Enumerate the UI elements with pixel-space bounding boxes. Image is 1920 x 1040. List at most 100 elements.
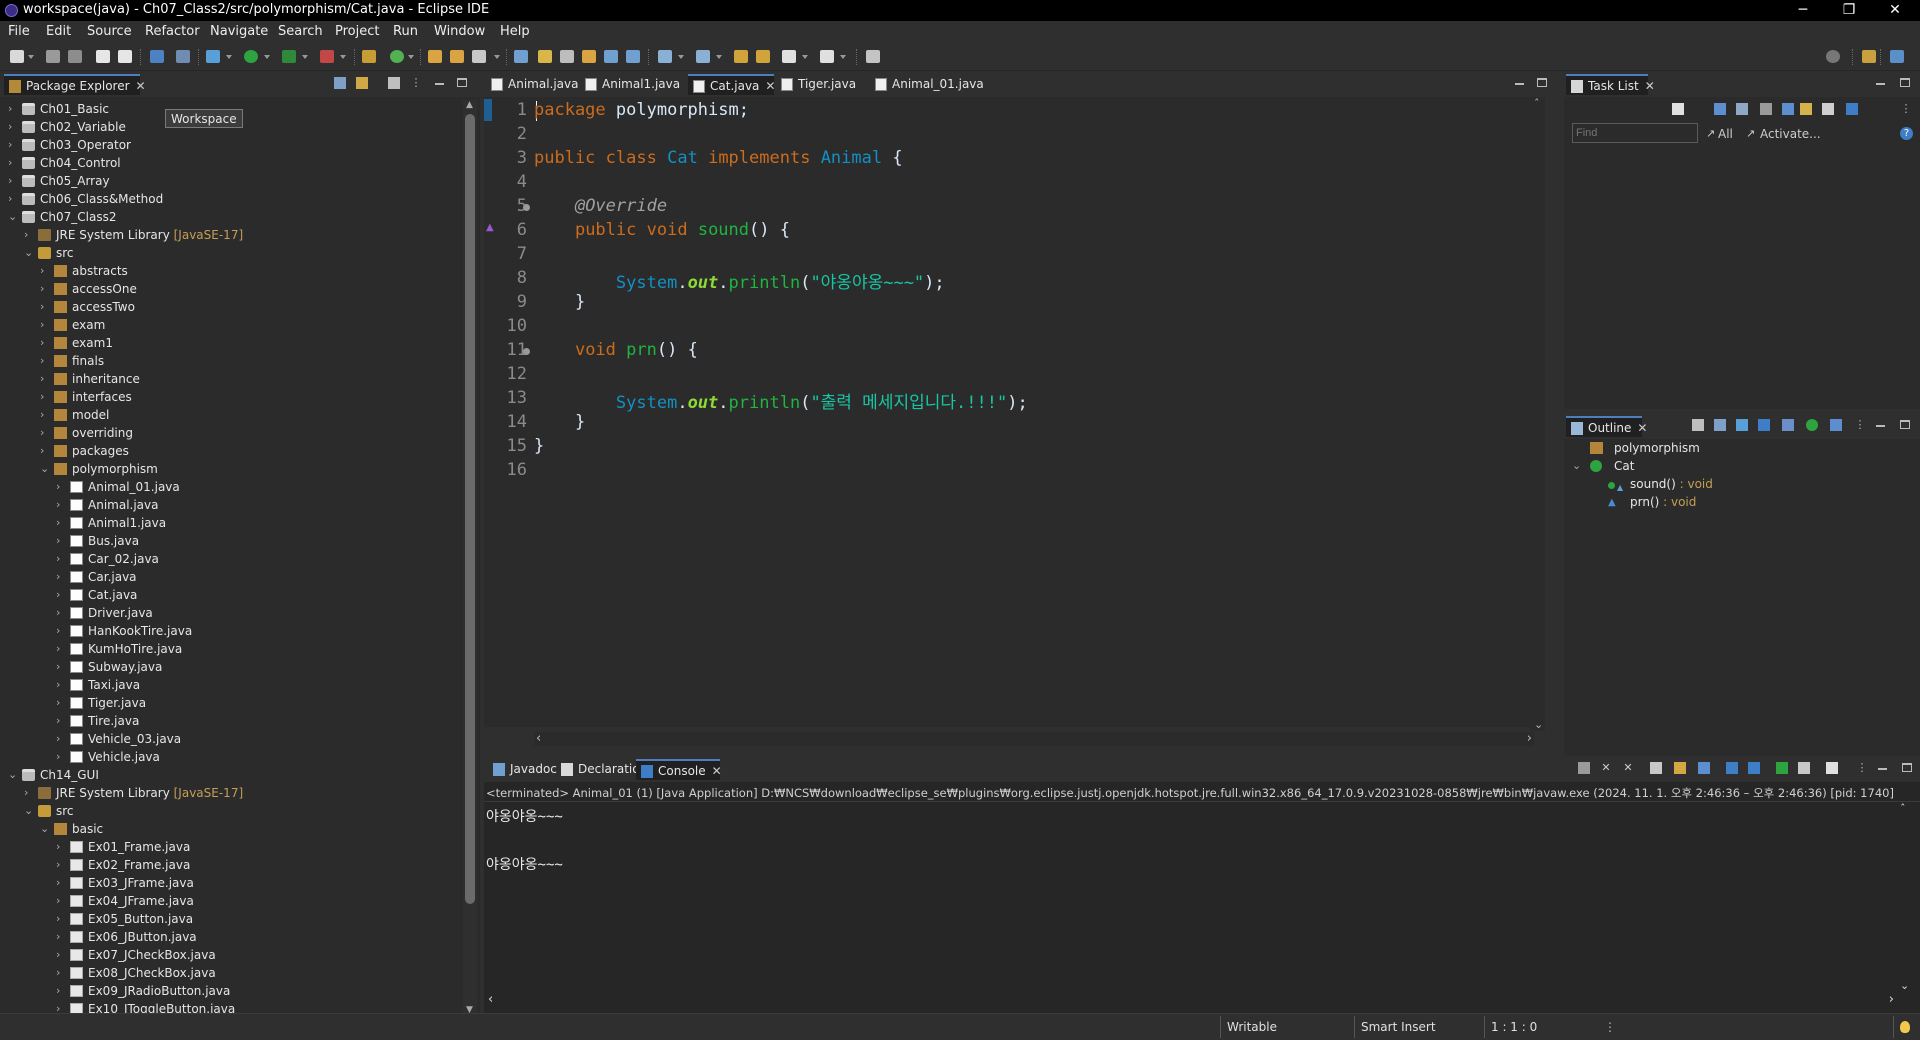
chevron-down-icon[interactable]: ⌄ bbox=[24, 246, 34, 259]
chevron-right-icon[interactable]: › bbox=[40, 264, 50, 277]
minimize-icon[interactable] bbox=[1876, 425, 1885, 427]
package-explorer-scrollbar[interactable]: ▲ ▼ bbox=[463, 100, 477, 1015]
maximize-icon[interactable] bbox=[1902, 763, 1912, 772]
outline-item[interactable]: ⌄ Cat bbox=[1564, 458, 1920, 476]
chevron-down-icon[interactable]: ⌄ bbox=[40, 462, 50, 475]
scroll-down-icon[interactable]: ⌄ bbox=[1900, 979, 1909, 992]
tree-item[interactable]: › Tire.java bbox=[0, 713, 462, 731]
search-dropdown-icon[interactable] bbox=[494, 55, 500, 59]
menu-run[interactable]: Run bbox=[393, 24, 418, 39]
run-dropdown-icon[interactable] bbox=[264, 55, 270, 59]
show-whitespace-icon[interactable] bbox=[626, 50, 640, 63]
external-tools-dropdown-icon[interactable] bbox=[340, 55, 346, 59]
tree-item[interactable]: › Animal_01.java bbox=[0, 479, 462, 497]
chevron-down-icon[interactable]: ⌄ bbox=[8, 768, 18, 781]
hide-static-icon[interactable] bbox=[1736, 419, 1748, 431]
tab-package-explorer[interactable]: Package Explorer ✕ bbox=[4, 74, 146, 95]
chevron-right-icon[interactable]: › bbox=[56, 498, 66, 511]
collapse-all-icon[interactable] bbox=[334, 77, 346, 89]
tree-item[interactable]: ⌄ src bbox=[0, 245, 462, 263]
minimize-button[interactable]: ─ bbox=[1780, 0, 1826, 21]
close-icon[interactable]: ✕ bbox=[712, 764, 722, 778]
tree-item[interactable]: ⌄ src bbox=[0, 803, 462, 821]
tree-item[interactable]: ⌄ basic bbox=[0, 821, 462, 839]
collapse-all-icon[interactable] bbox=[1822, 103, 1834, 115]
sort-icon[interactable] bbox=[1692, 419, 1704, 431]
tree-item[interactable]: › exam bbox=[0, 317, 462, 335]
scroll-up-icon[interactable]: ˆ bbox=[1900, 802, 1906, 815]
tree-item[interactable]: › accessTwo bbox=[0, 299, 462, 317]
restore-button[interactable]: ❐ bbox=[1826, 0, 1872, 21]
tree-item[interactable]: › Ch05_Array bbox=[0, 173, 462, 191]
maximize-icon[interactable] bbox=[1900, 420, 1910, 429]
tree-item[interactable]: › Ch04_Control bbox=[0, 155, 462, 173]
view-menu-icon[interactable]: ⋮ bbox=[1856, 762, 1868, 774]
console-vertical-scrollbar[interactable]: ˆ ⌄ bbox=[1898, 802, 1912, 992]
coverage-dropdown-icon[interactable] bbox=[302, 55, 308, 59]
tab-task-list[interactable]: Task List ✕ bbox=[1566, 74, 1655, 95]
maximize-icon[interactable] bbox=[1900, 78, 1910, 87]
editor-tab[interactable]: Tiger.java bbox=[776, 74, 866, 95]
remove-launch-icon[interactable]: ✕ bbox=[1600, 762, 1612, 774]
tree-item[interactable]: › Animal.java bbox=[0, 497, 462, 515]
chevron-right-icon[interactable]: › bbox=[56, 966, 66, 979]
fold-toggle-icon[interactable] bbox=[523, 204, 530, 211]
console-horizontal-scrollbar[interactable]: ‹ › bbox=[484, 992, 1898, 1010]
tree-item[interactable]: › Cat.java bbox=[0, 587, 462, 605]
chevron-right-icon[interactable]: › bbox=[8, 120, 18, 133]
view-menu-icon[interactable]: ⋮ bbox=[1854, 419, 1866, 431]
chevron-right-icon[interactable]: › bbox=[56, 552, 66, 565]
search-icon[interactable] bbox=[1826, 50, 1840, 63]
chevron-right-icon[interactable]: › bbox=[8, 138, 18, 151]
hide-local-types-icon[interactable] bbox=[1782, 419, 1794, 431]
chevron-right-icon[interactable]: › bbox=[56, 606, 66, 619]
tree-item[interactable]: › overriding bbox=[0, 425, 462, 443]
public-filter-icon[interactable] bbox=[1806, 419, 1818, 431]
scroll-right-icon[interactable]: › bbox=[1889, 992, 1894, 1007]
tree-item[interactable]: › packages bbox=[0, 443, 462, 461]
save-all-icon[interactable] bbox=[68, 50, 82, 63]
chevron-right-icon[interactable]: › bbox=[56, 876, 66, 889]
tree-item[interactable]: › Ex04_JFrame.java bbox=[0, 893, 462, 911]
code-editor[interactable]: ▲ 1 package polymorphism; 2 3 public class C… bbox=[484, 97, 1534, 727]
word-wrap-icon[interactable] bbox=[604, 50, 618, 63]
chevron-right-icon[interactable]: › bbox=[40, 318, 50, 331]
tree-item[interactable]: › KumHoTire.java bbox=[0, 641, 462, 659]
chevron-right-icon[interactable]: › bbox=[40, 282, 50, 295]
chevron-right-icon[interactable]: › bbox=[56, 912, 66, 925]
chevron-right-icon[interactable]: › bbox=[56, 624, 66, 637]
outline-item[interactable]: polymorphism bbox=[1564, 440, 1920, 458]
help-icon[interactable]: ? bbox=[1900, 127, 1913, 140]
menu-search[interactable]: Search bbox=[278, 24, 323, 39]
chevron-right-icon[interactable]: › bbox=[56, 750, 66, 763]
toggle-mark-occurrences-icon[interactable] bbox=[514, 50, 528, 63]
chevron-right-icon[interactable]: › bbox=[56, 678, 66, 691]
synchronize-icon[interactable] bbox=[1846, 103, 1858, 115]
menu-refactor[interactable]: Refactor bbox=[145, 24, 200, 39]
scroll-lock-icon[interactable] bbox=[1674, 762, 1686, 774]
word-wrap-icon[interactable] bbox=[1698, 762, 1710, 774]
chevron-down-icon[interactable]: ⌄ bbox=[1572, 459, 1582, 472]
tree-item[interactable]: › JRE System Library [JavaSE-17] bbox=[0, 227, 462, 245]
last-edit-icon[interactable] bbox=[734, 50, 748, 63]
tree-item[interactable]: › Ex03_JFrame.java bbox=[0, 875, 462, 893]
chevron-right-icon[interactable]: › bbox=[40, 408, 50, 421]
tip-lightbulb-icon[interactable] bbox=[1900, 1021, 1910, 1033]
scroll-up-icon[interactable]: ▲ bbox=[466, 100, 473, 110]
skip-breakpoints-icon[interactable] bbox=[176, 50, 190, 63]
focus-icon[interactable] bbox=[1760, 103, 1772, 115]
menu-navigate[interactable]: Navigate bbox=[210, 24, 268, 39]
scrollbar-thumb[interactable] bbox=[465, 114, 475, 904]
menu-window[interactable]: Window bbox=[434, 24, 485, 39]
close-icon[interactable]: ✕ bbox=[765, 79, 775, 93]
open-type-icon[interactable] bbox=[428, 50, 442, 63]
tree-item[interactable]: › HanKookTire.java bbox=[0, 623, 462, 641]
chevron-right-icon[interactable]: › bbox=[24, 786, 34, 799]
redo-icon[interactable] bbox=[118, 50, 132, 63]
tree-item[interactable]: › Ex02_Frame.java bbox=[0, 857, 462, 875]
chevron-right-icon[interactable]: › bbox=[40, 390, 50, 403]
forward-dropdown-icon[interactable] bbox=[840, 55, 846, 59]
open-console-icon[interactable] bbox=[1826, 762, 1838, 774]
remove-all-icon[interactable]: ✕ bbox=[1622, 762, 1634, 774]
link-editor-icon[interactable] bbox=[1830, 419, 1842, 431]
